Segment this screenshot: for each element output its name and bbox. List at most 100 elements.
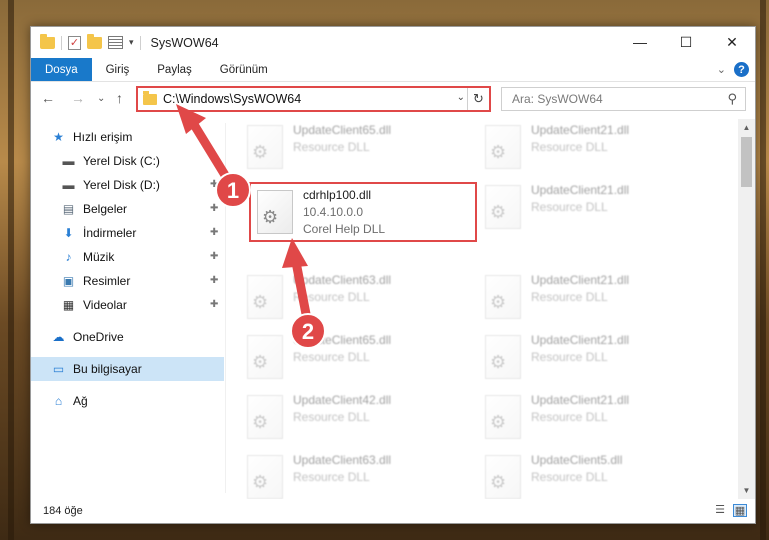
help-icon[interactable]: ? bbox=[734, 62, 749, 77]
file-tile[interactable]: UpdateClient21.dll Resource DLL bbox=[473, 389, 703, 449]
file-tile[interactable]: UpdateClient21.dll Resource DLL bbox=[473, 329, 703, 389]
sidebar-item-local-disk-d[interactable]: ▬ Yerel Disk (D:) ✚ bbox=[31, 173, 224, 197]
dll-file-icon bbox=[485, 185, 521, 229]
file-description: Resource DLL bbox=[293, 410, 370, 424]
file-description: Resource DLL bbox=[293, 140, 370, 154]
file-tile-selected[interactable]: cdrhlp100.dll 10.4.10.0.0 Corel Help DLL bbox=[249, 182, 477, 242]
sidebar-item-label: OneDrive bbox=[73, 330, 124, 344]
pin-icon[interactable]: ✚ bbox=[210, 203, 219, 214]
tab-view[interactable]: Görünüm bbox=[206, 58, 282, 81]
file-name: UpdateClient21.dll bbox=[531, 183, 630, 197]
details-view-icon[interactable]: ☰ bbox=[713, 504, 727, 517]
view-switcher: ☰ ▦ bbox=[713, 504, 747, 517]
dll-file-icon bbox=[247, 455, 283, 499]
recent-locations-button[interactable]: ⌄ bbox=[97, 93, 105, 104]
minimize-button[interactable]: — bbox=[617, 27, 663, 57]
search-box[interactable]: Ara: SysWOW64 ⚲ bbox=[501, 87, 746, 111]
sidebar-item-label: Yerel Disk (D:) bbox=[83, 178, 160, 192]
address-dropdown-icon[interactable]: ⌄ bbox=[457, 92, 465, 103]
properties-check-icon[interactable]: ✓ bbox=[68, 35, 81, 50]
sidebar-item-this-pc[interactable]: ▭ Bu bilgisayar bbox=[31, 357, 224, 381]
navigation-pane: ★ Hızlı erişim ▬ Yerel Disk (C:) ▬ Yerel… bbox=[31, 123, 224, 493]
address-bar[interactable]: C:\Windows\SysWOW64 ⌄ ↻ bbox=[136, 86, 491, 112]
dll-file-icon bbox=[247, 275, 283, 319]
pin-icon[interactable]: ✚ bbox=[210, 299, 219, 310]
sidebar-item-downloads[interactable]: ⬇ İndirmeler ✚ bbox=[31, 221, 224, 245]
back-button[interactable]: ← bbox=[41, 90, 55, 106]
refresh-button[interactable]: ↻ bbox=[467, 88, 489, 110]
computer-icon: ▭ bbox=[52, 362, 65, 376]
download-icon: ⬇ bbox=[63, 226, 74, 240]
sidebar-item-documents[interactable]: ▤ Belgeler ✚ bbox=[31, 197, 224, 221]
file-tile[interactable]: UpdateClient65.dll Resource DLL bbox=[235, 329, 465, 389]
search-icon[interactable]: ⚲ bbox=[727, 91, 737, 107]
pane-divider[interactable] bbox=[225, 123, 226, 493]
file-description: Resource DLL bbox=[531, 470, 608, 484]
pin-icon[interactable]: ✚ bbox=[210, 227, 219, 238]
sidebar-item-local-disk-c[interactable]: ▬ Yerel Disk (C:) bbox=[31, 149, 224, 173]
pin-icon[interactable]: ✚ bbox=[210, 275, 219, 286]
properties-list-icon[interactable] bbox=[108, 36, 123, 49]
file-name: UpdateClient63.dll bbox=[293, 453, 392, 467]
status-bar: 184 öğe ☰ ▦ bbox=[31, 499, 755, 523]
file-tile[interactable]: UpdateClient21.dll Resource DLL bbox=[473, 269, 703, 329]
customize-toolbar-caret-icon[interactable]: ▾ bbox=[129, 37, 134, 48]
dll-file-icon bbox=[485, 455, 521, 499]
pin-icon[interactable]: ✚ bbox=[210, 251, 219, 262]
scrollbar-thumb[interactable] bbox=[741, 137, 752, 187]
dll-file-icon bbox=[485, 335, 521, 379]
sidebar-item-pictures[interactable]: ▣ Resimler ✚ bbox=[31, 269, 224, 293]
file-tile[interactable]: UpdateClient42.dll Resource DLL bbox=[235, 389, 465, 449]
maximize-button[interactable]: ☐ bbox=[663, 27, 709, 57]
file-description: Resource DLL bbox=[531, 140, 608, 154]
ribbon-right-controls: ⌄ ? bbox=[717, 62, 749, 77]
file-description: Resource DLL bbox=[293, 470, 370, 484]
sidebar-item-music[interactable]: ♪ Müzik ✚ bbox=[31, 245, 224, 269]
sidebar-item-label: Hızlı erişim bbox=[73, 130, 133, 144]
sidebar-item-label: Resimler bbox=[83, 274, 131, 288]
videos-icon: ▦ bbox=[62, 298, 75, 312]
file-tile[interactable]: UpdateClient63.dll Resource DLL bbox=[235, 269, 465, 329]
file-tile[interactable]: UpdateClient5.dll Resource DLL bbox=[473, 449, 703, 499]
file-tile[interactable]: UpdateClient21.dll Resource DLL bbox=[473, 179, 703, 239]
window-controls: — ☐ ✕ bbox=[617, 27, 755, 57]
sidebar-item-videos[interactable]: ▦ Videolar ✚ bbox=[31, 293, 224, 317]
file-name: UpdateClient42.dll bbox=[293, 393, 392, 407]
toolbar-divider bbox=[61, 35, 62, 50]
scroll-down-arrow-icon[interactable]: ▼ bbox=[738, 482, 755, 499]
scroll-up-arrow-icon[interactable]: ▲ bbox=[738, 119, 755, 136]
sidebar-item-quick-access[interactable]: ★ Hızlı erişim bbox=[31, 125, 224, 149]
dll-file-icon bbox=[485, 275, 521, 319]
file-tile[interactable]: UpdateClient21.dll Resource DLL bbox=[473, 119, 703, 179]
tiles-view-icon[interactable]: ▦ bbox=[733, 504, 747, 517]
up-button[interactable]: ↑ bbox=[116, 90, 123, 106]
sidebar-item-onedrive[interactable]: ☁ OneDrive bbox=[31, 325, 224, 349]
tab-share[interactable]: Paylaş bbox=[143, 58, 206, 81]
tab-file[interactable]: Dosya bbox=[31, 58, 92, 81]
file-description: Corel Help DLL bbox=[303, 222, 386, 236]
file-description: Resource DLL bbox=[531, 200, 608, 214]
address-path[interactable]: C:\Windows\SysWOW64 bbox=[163, 92, 301, 106]
forward-button[interactable]: → bbox=[71, 90, 85, 106]
file-tile[interactable]: UpdateClient65.dll Resource DLL bbox=[235, 119, 465, 179]
search-placeholder: Ara: SysWOW64 bbox=[512, 92, 603, 106]
file-description: Resource DLL bbox=[531, 290, 608, 304]
tab-home[interactable]: Giriş bbox=[92, 58, 144, 81]
vertical-scrollbar[interactable]: ▲ ▼ bbox=[738, 119, 755, 499]
sidebar-item-label: Bu bilgisayar bbox=[73, 362, 142, 376]
new-folder-icon[interactable] bbox=[87, 33, 102, 49]
drive-icon: ▬ bbox=[62, 154, 75, 168]
file-tile[interactable]: UpdateClient63.dll Resource DLL bbox=[235, 449, 465, 499]
pin-icon[interactable]: ✚ bbox=[210, 179, 219, 190]
address-row: ← → ⌄ ↑ C:\Windows\SysWOW64 ⌄ ↻ Ara: Sys… bbox=[31, 84, 755, 114]
expand-ribbon-icon[interactable]: ⌄ bbox=[717, 63, 726, 76]
sidebar-item-network[interactable]: ⌂ Ağ bbox=[31, 389, 224, 413]
file-name: UpdateClient63.dll bbox=[293, 273, 392, 287]
file-name: UpdateClient21.dll bbox=[531, 273, 630, 287]
file-description: Resource DLL bbox=[293, 290, 370, 304]
explorer-window: ✓ ▾ SysWOW64 — ☐ ✕ Dosya Giriş Paylaş Gö… bbox=[30, 26, 756, 524]
ribbon-tabs: Dosya Giriş Paylaş Görünüm ⌄ ? bbox=[31, 58, 755, 82]
file-version: 10.4.10.0.0 bbox=[303, 205, 364, 219]
close-button[interactable]: ✕ bbox=[709, 27, 755, 57]
window-title: SysWOW64 bbox=[150, 35, 219, 50]
